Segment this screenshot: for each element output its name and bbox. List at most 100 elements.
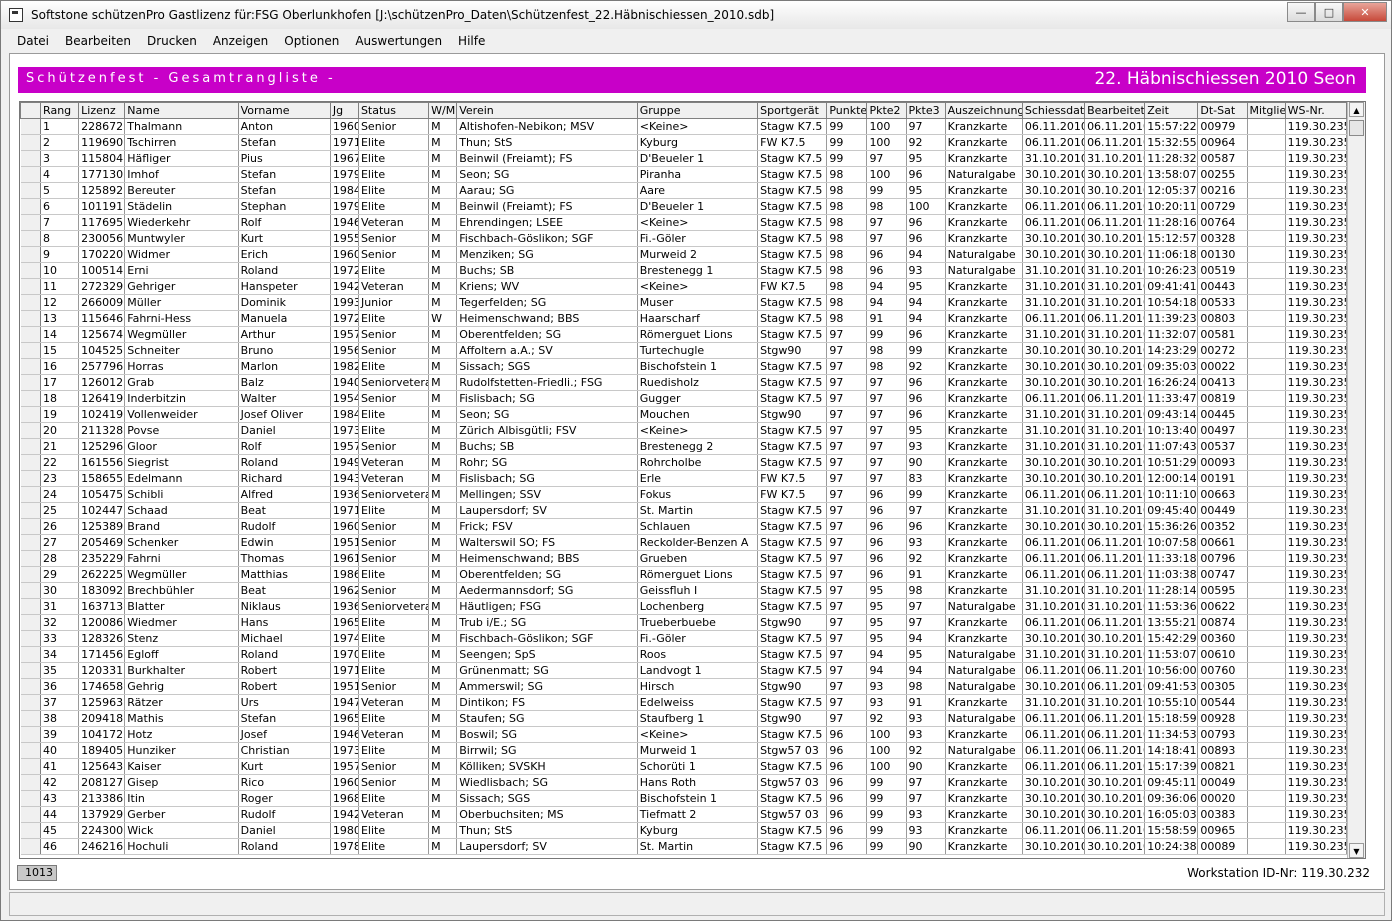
table-cell[interactable]: 94 [906,662,946,679]
table-row[interactable]: 42 208127 Gisep Rico 1960 Senior M Wiedlisbach;… [20,774,1348,791]
table-cell[interactable]: 06.11.2010 [1084,390,1146,407]
table-cell[interactable]: 30.10.2010 [1084,630,1146,647]
table-cell[interactable]: 97 [826,550,868,567]
table-cell[interactable]: 30.10.2010 [1084,246,1146,263]
column-header[interactable]: Schiessdat. [1021,102,1086,119]
table-cell[interactable]: 31.10.2010 [1084,422,1146,439]
table-cell[interactable]: M [428,246,458,263]
table-cell[interactable]: 119.30.235 [1285,502,1348,519]
table-cell[interactable]: 06.11.2010 [1084,214,1146,231]
table-cell[interactable]: 00449 [1197,502,1248,519]
table-cell[interactable]: 96 [866,566,907,583]
table-cell[interactable]: 10:51:29 [1144,454,1199,471]
table-cell[interactable]: Roland [238,646,331,663]
row-selector[interactable] [20,518,42,535]
table-cell[interactable]: 06.11.2010 [1084,758,1146,775]
table-cell[interactable]: 31.10.2010 [1084,150,1146,167]
table-cell[interactable]: Mellingen; SSV [456,486,638,503]
column-header[interactable]: Dt-Sat [1197,102,1248,119]
table-cell[interactable]: Erle [637,470,759,487]
table-cell[interactable]: 00793 [1197,726,1248,743]
table-cell[interactable]: 1936 [330,598,359,615]
table-row[interactable]: 5 125892 Bereuter Stefan 1984 Elite M Aarau; SG… [20,182,1348,199]
row-selector[interactable] [20,134,42,151]
table-cell[interactable]: Pius [238,150,331,167]
table-cell[interactable]: Kyburg [637,134,759,151]
table-cell[interactable]: Muntwyler [124,230,239,247]
table-cell[interactable]: 09:35:03 [1144,358,1199,375]
table-cell[interactable]: Kranzkarte [945,518,1023,535]
table-cell[interactable]: M [428,454,458,471]
table-cell[interactable]: 125892 [78,182,126,199]
table-cell[interactable]: 1 [40,118,80,135]
table-cell[interactable]: Gehrig [124,678,239,695]
column-header[interactable]: Sportgerät [757,102,828,119]
table-cell[interactable]: 06.11.2010 [1084,662,1146,679]
table-row[interactable]: 10 100514 Erni Roland 1972 Elite M Buchs; SB Bre… [20,262,1348,279]
table-cell[interactable]: 94 [866,278,907,295]
table-cell[interactable]: Kranzkarte [945,198,1023,215]
table-cell[interactable]: Veteran [358,806,430,823]
table-row[interactable]: 39 104172 Hotz Josef 1946 Veteran M Boswil; SG <… [20,726,1348,743]
table-cell[interactable]: 128326 [78,630,126,647]
table-cell[interactable]: 97 [866,454,907,471]
table-cell[interactable]: Elite [358,790,430,807]
table-cell[interactable]: 93 [906,534,946,551]
table-cell[interactable]: Elite [358,646,430,663]
table-cell[interactable]: Elite [358,838,430,855]
table-cell[interactable]: Landvogt 1 [637,662,759,679]
table-cell[interactable]: M [428,598,458,615]
scroll-down-icon[interactable]: ▼ [1349,843,1364,858]
table-cell[interactable]: Bereuter [124,182,239,199]
table-cell[interactable]: 99 [826,150,868,167]
column-header[interactable]: Zeit [1144,102,1199,119]
table-cell[interactable]: 06.11.2010 [1022,310,1086,327]
column-header[interactable]: Punkte [826,102,868,119]
table-cell[interactable]: Rohrcholbe [637,454,759,471]
table-cell[interactable]: 92 [866,710,907,727]
table-cell[interactable]: M [428,182,458,199]
table-cell[interactable]: 119.30.235 [1285,326,1348,343]
table-cell[interactable]: 97 [866,230,907,247]
table-cell[interactable]: Schlauen [637,518,759,535]
table-cell[interactable]: 1979 [330,166,359,183]
table-cell[interactable]: FW K7.5 [757,134,828,151]
table-cell[interactable] [1247,246,1286,263]
table-cell[interactable]: 00965 [1197,822,1248,839]
table-cell[interactable]: M [428,806,458,823]
table-cell[interactable]: 119.30.235 [1285,822,1348,839]
table-cell[interactable]: 99 [866,790,907,807]
table-cell[interactable]: M [428,422,458,439]
table-cell[interactable]: 30.10.2010 [1022,358,1086,375]
table-cell[interactable]: Muser [637,294,759,311]
row-selector[interactable] [20,694,42,711]
table-cell[interactable]: 06.11.2010 [1022,742,1086,759]
table-cell[interactable]: 1993 [330,294,359,311]
table-cell[interactable]: 30.10.2010 [1022,374,1086,391]
table-cell[interactable]: 119.30.235 [1285,246,1348,263]
table-cell[interactable]: Rudolfstetten-Friedli.; FSG [456,374,638,391]
table-cell[interactable]: M [428,822,458,839]
table-cell[interactable]: Kranzkarte [945,342,1023,359]
table-cell[interactable]: Gloor [124,438,239,455]
table-cell[interactable]: Tschirren [124,134,239,151]
table-cell[interactable]: 09:43:14 [1144,406,1199,423]
table-cell[interactable]: M [428,118,458,135]
table-row[interactable]: 19 102419 Vollenweider Josef Oliver 1984 Elit… [20,406,1348,423]
table-cell[interactable]: Matthias [238,566,331,583]
table-cell[interactable]: 06.11.2010 [1084,710,1146,727]
table-cell[interactable]: 95 [866,630,907,647]
column-header[interactable]: WS-Nr. [1284,102,1348,119]
table-cell[interactable]: 00803 [1197,310,1248,327]
table-cell[interactable]: 119.30.235 [1285,406,1348,423]
table-cell[interactable]: 10:24:38 [1144,838,1199,855]
table-cell[interactable]: Seon; SG [456,406,638,423]
table-cell[interactable]: 95 [906,646,946,663]
table-cell[interactable]: Josef Oliver [238,406,331,423]
table-cell[interactable]: 96 [866,518,907,535]
table-cell[interactable] [1247,326,1286,343]
table-cell[interactable]: Elite [358,614,430,631]
table-cell[interactable]: 119.30.235 [1285,454,1348,471]
row-selector[interactable] [20,566,42,583]
row-selector[interactable] [20,726,42,743]
